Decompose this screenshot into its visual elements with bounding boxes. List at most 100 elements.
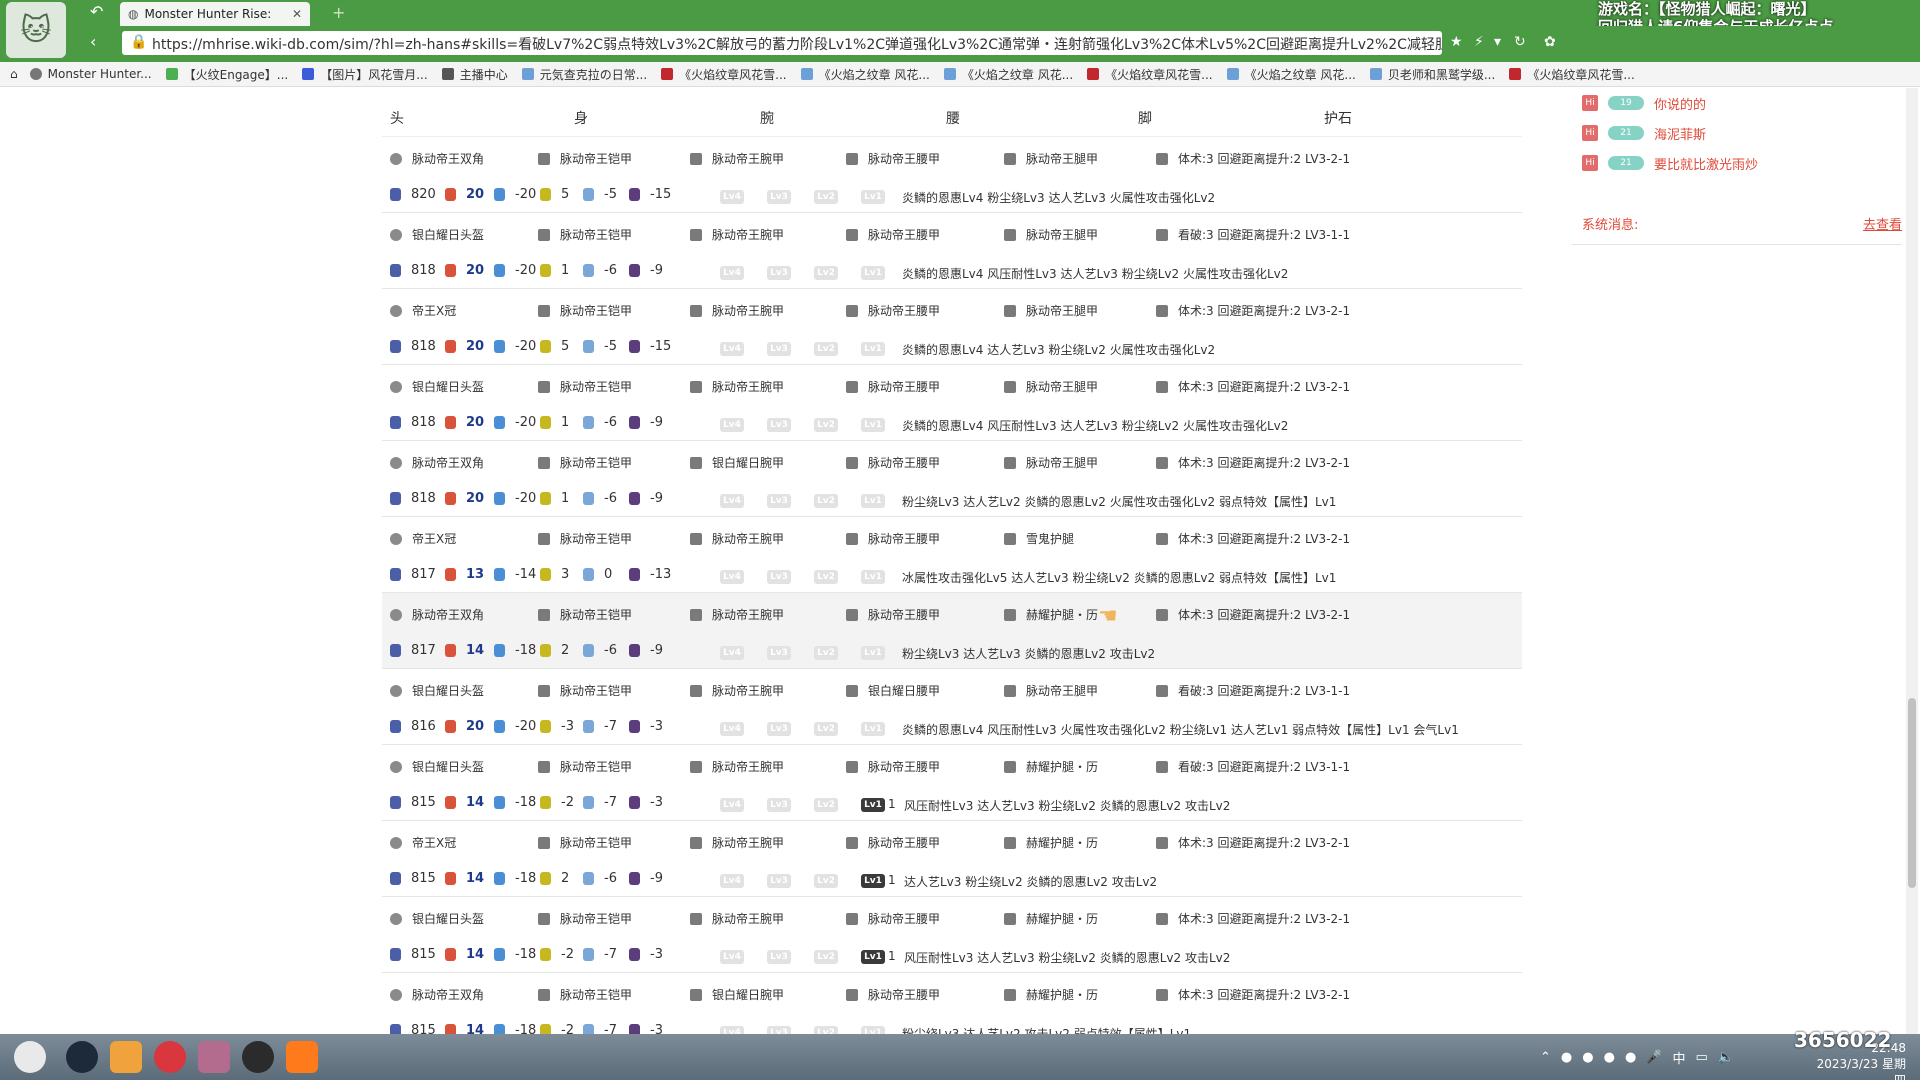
armor-head[interactable]: 银白耀日头盔 [390, 226, 484, 243]
armor-legs[interactable]: 赫耀护腿・历 [1004, 910, 1098, 927]
table-row[interactable]: 脉动帝王双角 脉动帝王铠甲 银白耀日腕甲 脉动帝王腰甲 脉动帝王腿甲 体术:3 回避距离提… [382, 441, 1522, 517]
armor-waist[interactable]: 脉动帝王腰甲 [846, 226, 940, 243]
armor-arm[interactable]: 脉动帝王腕甲 [690, 530, 784, 547]
bookmark-item[interactable]: 《火焰之纹章 风花... [800, 66, 930, 83]
table-row[interactable]: 帝王X冠 脉动帝王铠甲 脉动帝王腕甲 脉动帝王腰甲 赫耀护腿・历 体术:3 回避距离提升:… [382, 821, 1522, 897]
armor-arm[interactable]: 脉动帝王腕甲 [690, 150, 784, 167]
armor-body[interactable]: 脉动帝王铠甲 [538, 986, 632, 1003]
armor-waist[interactable]: 脉动帝王腰甲 [846, 302, 940, 319]
armor-legs[interactable]: 赫耀护腿・历 [1004, 758, 1098, 775]
bookmark-item[interactable]: 《火焰之纹章 风花... [943, 66, 1073, 83]
armor-legs[interactable]: 脉动帝王腿甲 [1004, 682, 1098, 699]
armor-head[interactable]: 帝王X冠 [390, 302, 456, 319]
new-tab-button[interactable]: + [332, 3, 345, 22]
start-button[interactable] [14, 1041, 46, 1073]
bookmark-item[interactable]: 【图片】风花雪月... [302, 66, 428, 83]
armor-body[interactable]: 脉动帝王铠甲 [538, 378, 632, 395]
armor-waist[interactable]: 脉动帝王腰甲 [846, 454, 940, 471]
armor-head[interactable]: 帝王X冠 [390, 530, 456, 547]
armor-head[interactable]: 脉动帝王双角 [390, 986, 484, 1003]
microphone-icon[interactable]: 🎤 [1646, 1050, 1662, 1065]
armor-waist[interactable]: 脉动帝王腰甲 [846, 606, 940, 623]
bookmark-item[interactable]: Monster Hunter... [29, 67, 152, 81]
armor-waist[interactable]: 银白耀日腰甲 [846, 682, 940, 699]
table-row[interactable]: 银白耀日头盔 脉动帝王铠甲 脉动帝王腕甲 脉动帝王腰甲 脉动帝王腿甲 体术:3 回避距离提… [382, 365, 1522, 441]
armor-head[interactable]: 脉动帝王双角 [390, 606, 484, 623]
armor-legs[interactable]: 雪鬼护腿 [1004, 530, 1074, 547]
tab-monster-hunter[interactable]: ◍ Monster Hunter Rise: ✕ [120, 2, 310, 26]
armor-body[interactable]: 脉动帝王铠甲 [538, 302, 632, 319]
armor-waist[interactable]: 脉动帝王腰甲 [846, 834, 940, 851]
scrollbar-thumb[interactable] [1908, 698, 1916, 888]
app-steam-icon[interactable] [66, 1041, 98, 1073]
app-browser-icon[interactable] [286, 1041, 318, 1073]
armor-arm[interactable]: 脉动帝王腕甲 [690, 758, 784, 775]
undo-close-tab-icon[interactable]: ↶ [90, 2, 103, 21]
armor-waist[interactable]: 脉动帝王腰甲 [846, 530, 940, 547]
ime-indicator[interactable]: 中 [1672, 1048, 1685, 1067]
armor-arm[interactable]: 脉动帝王腕甲 [690, 302, 784, 319]
url-input[interactable]: https://mhrise.wiki-db.com/sim/?hl=zh-ha… [122, 31, 1442, 55]
app-music-icon[interactable] [154, 1041, 186, 1073]
table-row[interactable]: 银白耀日头盔 脉动帝王铠甲 脉动帝王腕甲 银白耀日腰甲 脉动帝王腿甲 看破:3 回避距离提… [382, 669, 1522, 745]
armor-arm[interactable]: 脉动帝王腕甲 [690, 910, 784, 927]
star-icon[interactable]: ★ [1450, 34, 1463, 50]
armor-charm[interactable]: 体术:3 回避距离提升:2 LV3-2-1 [1156, 530, 1350, 547]
armor-legs[interactable]: 赫耀护腿・历 [1004, 834, 1098, 851]
armor-head[interactable]: 帝王X冠 [390, 834, 456, 851]
armor-waist[interactable]: 脉动帝王腰甲 [846, 910, 940, 927]
table-row[interactable]: 脉动帝王双角 脉动帝王铠甲 脉动帝王腕甲 脉动帝王腰甲 赫耀护腿・历 体术:3 回避距离提… [382, 593, 1522, 669]
armor-charm[interactable]: 体术:3 回避距离提升:2 LV3-2-1 [1156, 910, 1350, 927]
armor-body[interactable]: 脉动帝王铠甲 [538, 454, 632, 471]
tray-up-chevron-icon[interactable]: ⌃ [1540, 1050, 1551, 1065]
view-system-message-link[interactable]: 去查看 [1863, 214, 1902, 233]
armor-head[interactable]: 脉动帝王双角 [390, 150, 484, 167]
armor-waist[interactable]: 脉动帝王腰甲 [846, 378, 940, 395]
armor-legs[interactable]: 脉动帝王腿甲 [1004, 226, 1098, 243]
browser-logo-icon[interactable]: 🐱 [6, 2, 66, 58]
bookmark-item[interactable]: 贝老师和黑鹫学级... [1369, 66, 1495, 83]
armor-head[interactable]: 银白耀日头盔 [390, 910, 484, 927]
armor-body[interactable]: 脉动帝王铠甲 [538, 530, 632, 547]
back-arrow-icon[interactable]: ‹ [90, 32, 96, 51]
close-tab-icon[interactable]: ✕ [292, 7, 302, 21]
volume-icon[interactable]: 🔈 [1718, 1050, 1734, 1065]
armor-legs[interactable]: 脉动帝王腿甲 [1004, 302, 1098, 319]
armor-charm[interactable]: 体术:3 回避距离提升:2 LV3-2-1 [1156, 986, 1350, 1003]
armor-head[interactable]: 脉动帝王双角 [390, 454, 484, 471]
bookmark-item[interactable]: 《火焰纹章风花雪... [1509, 66, 1635, 83]
armor-arm[interactable]: 脉动帝王腕甲 [690, 226, 784, 243]
armor-body[interactable]: 脉动帝王铠甲 [538, 606, 632, 623]
armor-charm[interactable]: 体术:3 回避距离提升:2 LV3-2-1 [1156, 606, 1350, 623]
tray-app-icon[interactable]: ● [1582, 1050, 1593, 1065]
armor-head[interactable]: 银白耀日头盔 [390, 758, 484, 775]
armor-arm[interactable]: 脉动帝王腕甲 [690, 682, 784, 699]
armor-body[interactable]: 脉动帝王铠甲 [538, 682, 632, 699]
tray-app-icon[interactable]: ● [1561, 1050, 1572, 1065]
armor-charm[interactable]: 体术:3 回避距离提升:2 LV3-2-1 [1156, 378, 1350, 395]
page-scrollbar[interactable] [1906, 88, 1918, 1034]
bookmark-item[interactable]: 主播中心 [441, 66, 508, 83]
armor-body[interactable]: 脉动帝王铠甲 [538, 910, 632, 927]
bookmark-item[interactable]: 《火焰纹章风花雪... [661, 66, 787, 83]
armor-head[interactable]: 银白耀日头盔 [390, 682, 484, 699]
table-row[interactable]: 脉动帝王双角 脉动帝王铠甲 脉动帝王腕甲 脉动帝王腰甲 脉动帝王腿甲 体术:3 回避距离提… [382, 137, 1522, 213]
armor-arm[interactable]: 脉动帝王腕甲 [690, 606, 784, 623]
armor-legs[interactable]: 脉动帝王腿甲 [1004, 150, 1098, 167]
armor-waist[interactable]: 脉动帝王腰甲 [846, 150, 940, 167]
armor-body[interactable]: 脉动帝王铠甲 [538, 758, 632, 775]
armor-legs[interactable]: 赫耀护腿・历 [1004, 606, 1098, 623]
app-obs-icon[interactable] [242, 1041, 274, 1073]
armor-charm[interactable]: 看破:3 回避距离提升:2 LV3-1-1 [1156, 758, 1350, 775]
lightning-icon[interactable]: ⚡ [1474, 34, 1484, 50]
table-row[interactable]: 帝王X冠 脉动帝王铠甲 脉动帝王腕甲 脉动帝王腰甲 脉动帝王腿甲 体术:3 回避距离提升:… [382, 289, 1522, 365]
armor-arm[interactable]: 银白耀日腕甲 [690, 454, 784, 471]
network-icon[interactable]: ▭ [1695, 1050, 1707, 1065]
armor-legs[interactable]: 脉动帝王腿甲 [1004, 378, 1098, 395]
bookmark-item[interactable]: 《火焰之纹章 风花... [1226, 66, 1356, 83]
table-row[interactable]: 银白耀日头盔 脉动帝王铠甲 脉动帝王腕甲 脉动帝王腰甲 脉动帝王腿甲 看破:3 回避距离提… [382, 213, 1522, 289]
home-icon[interactable]: ⌂ [10, 67, 18, 81]
armor-legs[interactable]: 赫耀护腿・历 [1004, 986, 1098, 1003]
armor-charm[interactable]: 看破:3 回避距离提升:2 LV3-1-1 [1156, 682, 1350, 699]
refresh-icon[interactable]: ↻ [1514, 34, 1526, 50]
